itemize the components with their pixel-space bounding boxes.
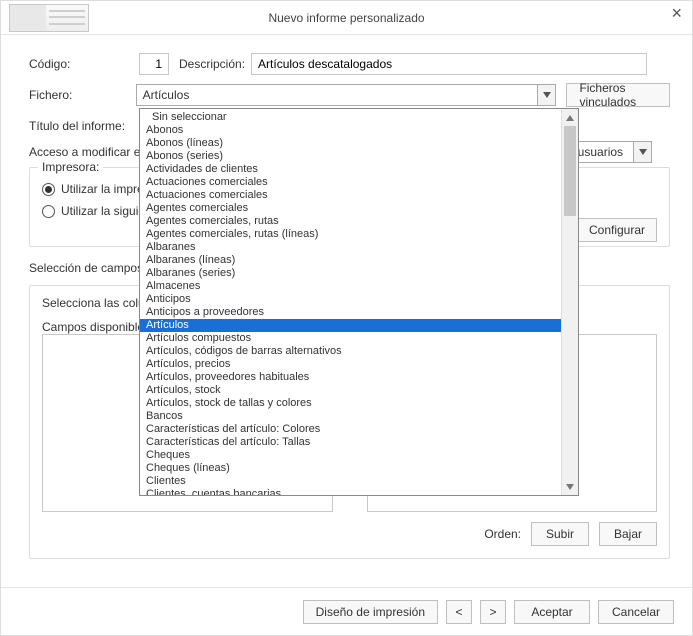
dropdown-item[interactable]: Actuaciones comerciales <box>140 189 561 202</box>
dropdown-item[interactable]: Artículos, códigos de barras alternativo… <box>140 345 561 358</box>
dropdown-item[interactable]: Cheques (líneas) <box>140 462 561 475</box>
bajar-button[interactable]: Bajar <box>599 522 657 546</box>
dropdown-item[interactable]: Características del artículo: Tallas <box>140 436 561 449</box>
dropdown-item[interactable]: Actividades de clientes <box>140 163 561 176</box>
dropdown-item[interactable]: Agentes comerciales <box>140 202 561 215</box>
dropdown-item[interactable]: Anticipos a proveedores <box>140 306 561 319</box>
dropdown-item[interactable]: Albaranes <box>140 241 561 254</box>
dropdown-item[interactable]: Cheques <box>140 449 561 462</box>
dropdown-item[interactable]: Abonos (series) <box>140 150 561 163</box>
dropdown-item[interactable]: Artículos, stock <box>140 384 561 397</box>
aceptar-button[interactable]: Aceptar <box>514 600 590 624</box>
subir-button[interactable]: Subir <box>531 522 589 546</box>
prev-button[interactable]: < <box>446 600 472 624</box>
close-icon[interactable]: × <box>671 3 682 24</box>
radio-icon <box>42 205 55 218</box>
dropdown-item[interactable]: Clientes <box>140 475 561 488</box>
dialog-title: Nuevo informe personalizado <box>268 11 424 25</box>
dropdown-item[interactable]: Abonos <box>140 124 561 137</box>
fichero-dropdown-list[interactable]: Sin seleccionarAbonosAbonos (líneas)Abon… <box>139 108 579 496</box>
fichero-combobox-value: Artículos <box>137 88 538 102</box>
dropdown-item[interactable]: Artículos, proveedores habituales <box>140 371 561 384</box>
dropdown-item[interactable]: Características del artículo: Colores <box>140 423 561 436</box>
dropdown-item[interactable]: Bancos <box>140 410 561 423</box>
orden-label: Orden: <box>484 527 521 541</box>
diseno-impresion-button[interactable]: Diseño de impresión <box>303 600 438 624</box>
scrollbar[interactable] <box>561 109 578 495</box>
scroll-thumb[interactable] <box>564 126 576 216</box>
titulo-informe-label: Título del informe: <box>29 119 139 133</box>
dropdown-item[interactable]: Albaranes (series) <box>140 267 561 280</box>
dialog-new-custom-report: Nuevo informe personalizado × Código: De… <box>0 0 693 636</box>
dropdown-item[interactable]: Anticipos <box>140 293 561 306</box>
dropdown-item[interactable]: Almacenes <box>140 280 561 293</box>
radio-icon <box>42 183 55 196</box>
chevron-down-icon[interactable] <box>537 85 555 105</box>
next-button[interactable]: > <box>480 600 506 624</box>
dropdown-item[interactable]: Agentes comerciales, rutas <box>140 215 561 228</box>
report-template-icon <box>9 4 89 32</box>
chevron-down-icon[interactable] <box>633 142 651 162</box>
impresora-legend: Impresora: <box>38 160 103 174</box>
dropdown-item[interactable]: Artículos, precios <box>140 358 561 371</box>
dropdown-item[interactable]: Actuaciones comerciales <box>140 176 561 189</box>
dropdown-item[interactable]: Sin seleccionar <box>140 111 561 124</box>
codigo-label: Código: <box>29 57 139 71</box>
scroll-down-icon[interactable] <box>562 478 578 495</box>
descripcion-label: Descripción: <box>179 57 245 71</box>
titlebar: Nuevo informe personalizado × <box>1 1 692 35</box>
dropdown-item[interactable]: Artículos compuestos <box>140 332 561 345</box>
codigo-input[interactable] <box>139 53 169 75</box>
scroll-up-icon[interactable] <box>562 109 578 126</box>
descripcion-input[interactable] <box>251 53 647 75</box>
dropdown-item[interactable]: Abonos (líneas) <box>140 137 561 150</box>
ficheros-vinculados-button[interactable]: Ficheros vinculados <box>566 83 670 107</box>
dropdown-item[interactable]: Artículos <box>140 319 561 332</box>
dropdown-item[interactable]: Clientes, cuentas bancarias <box>140 488 561 495</box>
fichero-combobox[interactable]: Artículos <box>136 84 557 106</box>
dropdown-item[interactable]: Artículos, stock de tallas y colores <box>140 397 561 410</box>
cancelar-button[interactable]: Cancelar <box>598 600 674 624</box>
configurar-button[interactable]: Configurar <box>577 218 657 242</box>
dropdown-item[interactable]: Albaranes (líneas) <box>140 254 561 267</box>
fichero-label: Fichero: <box>29 88 136 102</box>
dialog-footer: Diseño de impresión < > Aceptar Cancelar <box>1 587 692 635</box>
dropdown-item[interactable]: Agentes comerciales, rutas (líneas) <box>140 228 561 241</box>
